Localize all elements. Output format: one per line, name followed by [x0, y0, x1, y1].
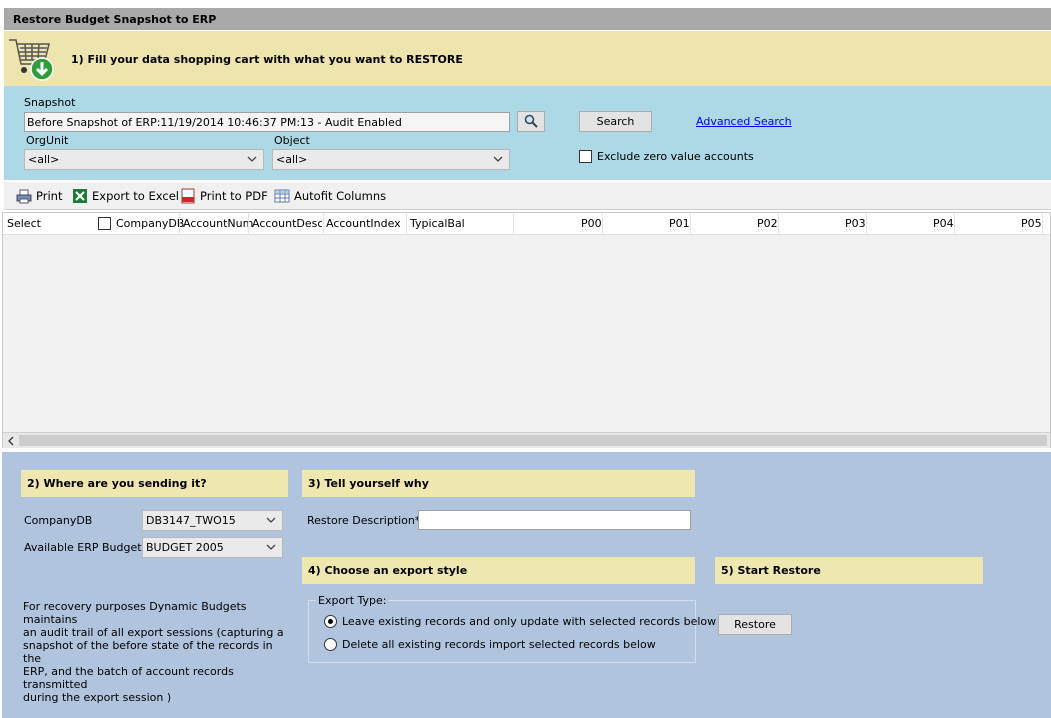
companydb-value: DB3147_TWO15: [146, 514, 236, 527]
orgunit-value: <all>: [28, 153, 60, 166]
note-line: For recovery purposes Dynamic Budgets ma…: [23, 600, 247, 626]
advanced-search-link[interactable]: Advanced Search: [696, 115, 792, 128]
erp-budgets-label: Available ERP Budgets: [24, 541, 148, 554]
note-line: an audit trail of all export sessions (c…: [23, 626, 284, 639]
companydb-label: CompanyDB: [24, 514, 93, 527]
orgunit-label: OrgUnit: [26, 134, 69, 147]
exclude-zero-label: Exclude zero value accounts: [597, 150, 754, 163]
chevron-down-icon: [247, 156, 257, 162]
column-header-p00[interactable]: P00: [581, 217, 602, 230]
step1-label: 1) Fill your data shopping cart with wha…: [71, 53, 463, 66]
column-header-select[interactable]: Select: [7, 217, 41, 230]
print-pdf-label: Print to PDF: [200, 189, 268, 203]
note-line: ERP, and the batch of account records tr…: [23, 665, 234, 691]
column-header-typicalbal[interactable]: TypicalBal: [410, 217, 465, 230]
orgunit-select[interactable]: <all>: [24, 149, 264, 170]
exclude-zero-checkbox[interactable]: [579, 150, 592, 163]
erp-budgets-select[interactable]: BUDGET 2005: [142, 537, 283, 558]
snapshot-label: Snapshot: [24, 96, 76, 109]
delete-existing-label: Delete all existing records import selec…: [342, 638, 656, 651]
export-type-label: Export Type:: [316, 594, 389, 607]
restore-button[interactable]: Restore: [718, 614, 792, 635]
autofit-columns-button[interactable]: Autofit Columns: [274, 188, 386, 204]
search-button[interactable]: Search: [579, 111, 652, 132]
step1-banner: 1) Fill your data shopping cart with wha…: [4, 31, 1051, 86]
column-header-p01[interactable]: P01: [669, 217, 690, 230]
autofit-label: Autofit Columns: [294, 189, 387, 203]
magnifier-icon: [524, 114, 538, 128]
chevron-down-icon: [266, 544, 276, 550]
step2-header: 2) Where are you sending it?: [21, 470, 288, 497]
object-select[interactable]: <all>: [272, 149, 510, 170]
table-icon: [274, 189, 290, 203]
note-line: during the export session ): [23, 691, 172, 704]
grid-header: Select CompanyDB AccountNum AccountDescr…: [3, 213, 1050, 235]
column-header-p03[interactable]: P03: [845, 217, 866, 230]
shopping-cart-download-icon: [7, 34, 57, 82]
erp-budgets-value: BUDGET 2005: [146, 541, 224, 554]
delete-existing-radio[interactable]: [324, 638, 337, 651]
step4-header: 4) Choose an export style: [302, 557, 695, 584]
object-value: <all>: [276, 153, 308, 166]
printer-icon: [16, 189, 32, 204]
column-header-p05[interactable]: P05: [1021, 217, 1042, 230]
export-excel-label: Export to Excel: [92, 189, 179, 203]
column-header-accountnum[interactable]: AccountNum: [183, 217, 253, 230]
leave-existing-radio[interactable]: [324, 615, 337, 628]
chevron-down-icon: [493, 156, 503, 162]
window-title: Restore Budget Snapshot to ERP: [4, 8, 1051, 30]
pdf-icon: [181, 188, 195, 204]
print-pdf-button[interactable]: Print to PDF: [180, 188, 268, 204]
print-label: Print: [36, 189, 63, 203]
snapshot-field[interactable]: Before Snapshot of ERP:11/19/2014 10:46:…: [24, 112, 510, 132]
horizontal-scrollbar[interactable]: [3, 432, 1050, 448]
window-title-area: Restore Budget Snapshot to ERP: [0, 0, 1051, 30]
grid-toolbar: Print Export to Excel Print to PDF Autof…: [4, 182, 1051, 210]
select-all-checkbox[interactable]: [98, 217, 111, 230]
excel-icon: [73, 189, 87, 203]
export-excel-button[interactable]: Export to Excel: [72, 188, 179, 204]
column-header-companydb[interactable]: CompanyDB: [116, 217, 184, 230]
snapshot-lookup-button[interactable]: [517, 111, 545, 132]
print-button[interactable]: Print: [16, 188, 62, 204]
scrollbar-thumb[interactable]: [19, 435, 1047, 446]
column-header-accountdescr[interactable]: AccountDescr: [252, 217, 322, 230]
object-label: Object: [274, 134, 310, 147]
export-type-group: [308, 600, 696, 663]
column-header-p02[interactable]: P02: [757, 217, 778, 230]
audit-trail-note: For recovery purposes Dynamic Budgets ma…: [23, 600, 293, 704]
note-line: snapshot of the before state of the reco…: [23, 639, 273, 665]
step5-header: 5) Start Restore: [715, 557, 983, 584]
filter-panel: Snapshot Before Snapshot of ERP:11/19/20…: [4, 86, 1051, 180]
step3-header: 3) Tell yourself why: [302, 470, 695, 497]
column-header-accountindex[interactable]: AccountIndex: [326, 217, 401, 230]
data-grid[interactable]: Select CompanyDB AccountNum AccountDescr…: [2, 212, 1051, 448]
restore-description-label: Restore Description*: [307, 514, 421, 527]
restore-description-input[interactable]: [418, 510, 691, 530]
chevron-down-icon: [266, 517, 276, 523]
chevron-left-icon[interactable]: [7, 436, 15, 446]
restore-options-panel: 2) Where are you sending it? CompanyDB D…: [2, 452, 1051, 718]
companydb-select[interactable]: DB3147_TWO15: [142, 510, 283, 531]
column-header-p04[interactable]: P04: [933, 217, 954, 230]
leave-existing-label: Leave existing records and only update w…: [342, 615, 717, 628]
